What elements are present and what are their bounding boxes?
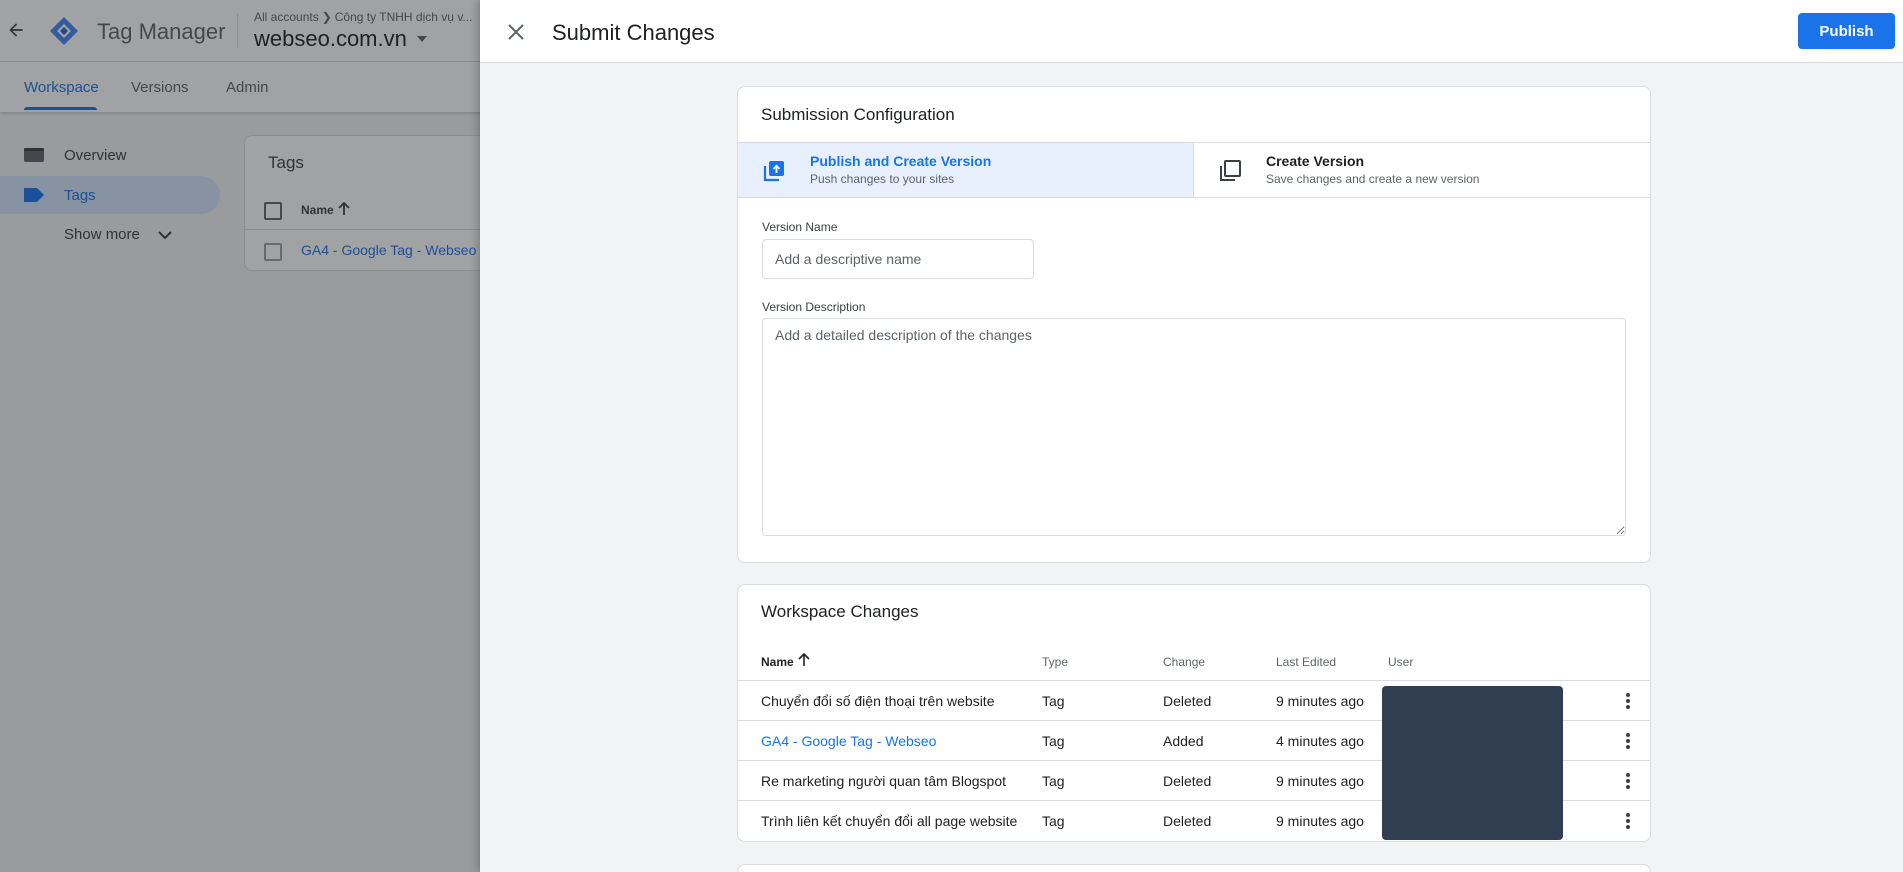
submission-options: Publish and Create Version Push changes …	[738, 142, 1650, 198]
change-name: Re marketing người quan tâm Blogspot	[761, 773, 1007, 789]
panel-header: Submit Changes Publish	[480, 0, 1903, 63]
more-vert-icon[interactable]	[1618, 811, 1638, 831]
more-vert-icon[interactable]	[1618, 771, 1638, 791]
change-action: Added	[1163, 733, 1204, 749]
change-last-edited: 9 minutes ago	[1276, 693, 1364, 709]
column-header-change: Change	[1163, 655, 1206, 669]
publish-button[interactable]: Publish	[1798, 13, 1895, 49]
card-title: Workspace Changes	[761, 602, 919, 621]
copy-icon	[1220, 160, 1241, 181]
version-description-textarea[interactable]	[762, 318, 1626, 536]
change-action: Deleted	[1163, 813, 1212, 829]
change-type: Tag	[1042, 693, 1065, 709]
column-header-last-edited: Last Edited	[1276, 655, 1337, 669]
option-subtitle: Save changes and create a new version	[1266, 172, 1480, 186]
change-name: Trình liên kết chuyển đổi all page websi…	[761, 813, 1018, 829]
close-icon[interactable]	[504, 20, 528, 44]
option-create-version[interactable]: Create Version Save changes and create a…	[1194, 143, 1650, 197]
change-action: Deleted	[1163, 773, 1212, 789]
change-type: Tag	[1042, 813, 1065, 829]
more-vert-icon[interactable]	[1618, 691, 1638, 711]
option-subtitle: Push changes to your sites	[810, 172, 955, 186]
version-name-label: Version Name	[762, 220, 838, 234]
change-name: Chuyển đổi số điện thoại trên website	[761, 693, 995, 709]
column-header-name[interactable]: Name	[761, 655, 794, 669]
change-action: Deleted	[1163, 693, 1212, 709]
panel-title: Submit Changes	[552, 20, 715, 45]
more-vert-icon[interactable]	[1618, 731, 1638, 751]
option-title: Publish and Create Version	[810, 153, 992, 169]
change-name-link[interactable]: GA4 - Google Tag - Webseo	[761, 733, 936, 749]
version-name-input[interactable]	[762, 239, 1034, 279]
submission-configuration-card: Submission Configuration Publish and Cre…	[737, 86, 1651, 563]
next-card-edge	[737, 864, 1651, 872]
card-title: Submission Configuration	[761, 105, 955, 124]
change-type: Tag	[1042, 733, 1065, 749]
user-redaction	[1382, 686, 1563, 840]
option-publish-and-create-version[interactable]: Publish and Create Version Push changes …	[738, 143, 1194, 197]
column-header-type: Type	[1042, 655, 1069, 669]
submit-changes-panel: Submit Changes Publish Submission Config…	[480, 0, 1903, 872]
workspace-changes-card: Workspace Changes Name Type Change Last …	[737, 584, 1651, 842]
option-title: Create Version	[1266, 153, 1365, 169]
change-last-edited: 4 minutes ago	[1276, 733, 1364, 749]
column-header-user: User	[1388, 655, 1414, 669]
change-type: Tag	[1042, 773, 1065, 789]
change-last-edited: 9 minutes ago	[1276, 813, 1364, 829]
publish-icon	[763, 161, 784, 182]
sort-arrow-up-icon[interactable]	[798, 653, 810, 667]
change-last-edited: 9 minutes ago	[1276, 773, 1364, 789]
version-description-label: Version Description	[762, 300, 866, 314]
